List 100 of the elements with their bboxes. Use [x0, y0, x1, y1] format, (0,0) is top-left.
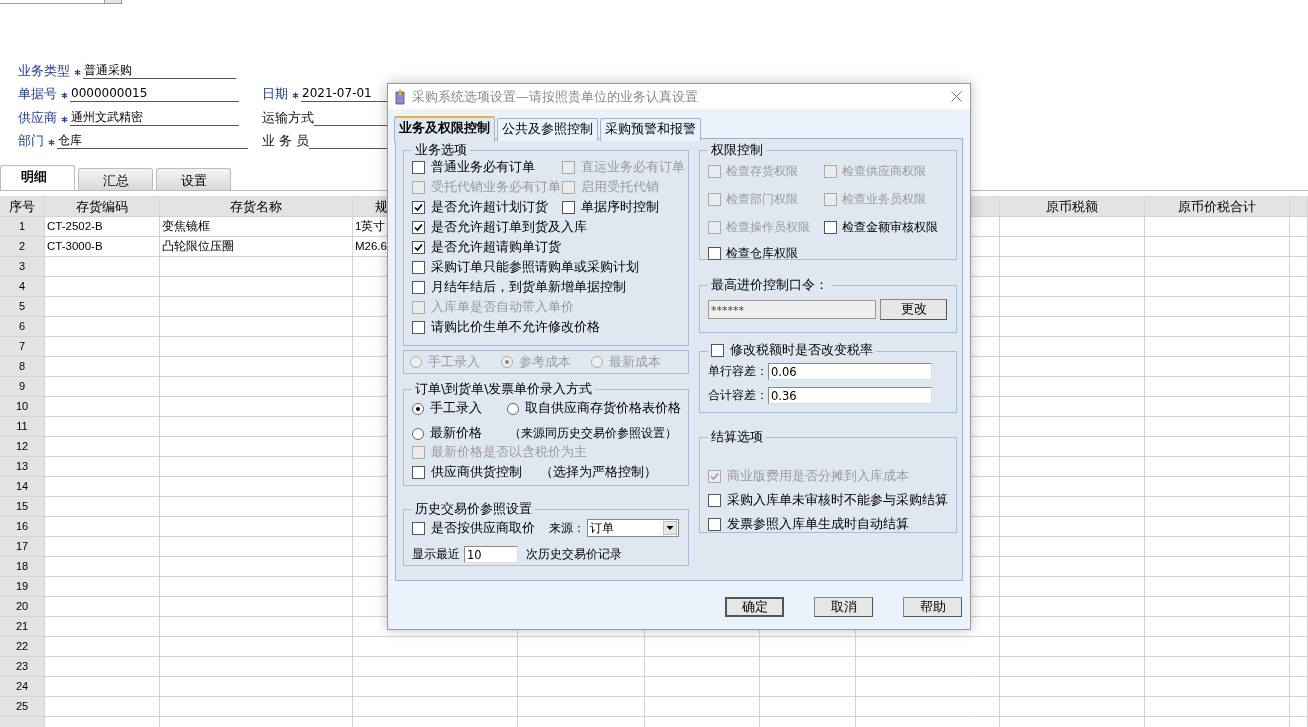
table-cell	[1290, 337, 1308, 357]
tab[interactable]: 设置	[156, 168, 231, 190]
table-cell	[1290, 617, 1308, 637]
checkbox-label: 月结年结后，到货单新增单据控制	[431, 278, 626, 296]
required-icon	[291, 92, 300, 99]
close-icon[interactable]	[951, 91, 962, 102]
column-header: 存货名称	[160, 197, 353, 217]
checkbox[interactable]	[412, 240, 425, 254]
checkbox[interactable]	[412, 260, 425, 274]
input-field[interactable]: 0.06	[768, 363, 932, 380]
input-field[interactable]: 普通采购	[83, 62, 236, 79]
required-icon	[60, 115, 69, 123]
row-number: 24	[0, 677, 45, 697]
checkbox[interactable]	[562, 200, 575, 214]
table-cell	[1290, 277, 1308, 297]
dialog-button[interactable]: 帮助	[903, 597, 962, 617]
change-button[interactable]: 更改	[880, 299, 947, 320]
row-number: 25	[0, 697, 45, 717]
radio-button[interactable]	[412, 427, 424, 440]
table-cell: 凸轮限位压圈	[160, 237, 353, 257]
table-cell	[1290, 597, 1308, 617]
table-cell	[971, 677, 1000, 697]
tab[interactable]: 业务及权限控制	[394, 116, 495, 142]
required-icon	[47, 139, 56, 146]
checkbox-label: 最新价格是否以含税价为主	[431, 443, 587, 461]
row-number: 13	[0, 457, 45, 477]
table-cell: 变焦镜框	[160, 217, 353, 237]
checkbox[interactable]	[412, 521, 425, 535]
checkbox[interactable]	[412, 280, 425, 294]
field-label: 次历史交易价记录	[526, 546, 622, 563]
count-field[interactable]: 10	[464, 546, 518, 563]
source-dropdown[interactable]: 订单	[587, 519, 679, 537]
table-cell	[1290, 357, 1308, 377]
row-number: 20	[0, 597, 45, 617]
table-cell	[1290, 457, 1308, 477]
table-cell	[1290, 257, 1308, 277]
checkbox[interactable]	[711, 343, 724, 357]
checkbox[interactable]	[412, 160, 425, 174]
checkbox[interactable]	[824, 220, 837, 234]
row-number: 2	[0, 237, 45, 257]
input-field[interactable]: 0000000015	[70, 86, 239, 102]
table-cell	[1290, 677, 1308, 697]
row-number: 23	[0, 657, 45, 677]
checkbox[interactable]	[412, 220, 425, 234]
input-field[interactable]: 仓库	[57, 133, 248, 149]
checkbox[interactable]	[708, 517, 721, 531]
tab[interactable]: 汇总	[78, 168, 153, 190]
column-header: 原币价税合计	[1145, 197, 1290, 217]
input-field[interactable]: 通州文武精密	[70, 109, 239, 126]
checkbox-label: 普通业务必有订单	[431, 158, 535, 176]
group-title: 业务选项	[414, 143, 468, 157]
radio-button[interactable]	[507, 402, 519, 415]
radio-label: 手工录入	[430, 400, 482, 417]
field-label: 合计容差：	[708, 387, 768, 404]
table-cell	[971, 657, 1000, 677]
table-cell	[1290, 517, 1308, 537]
row-number: 5	[0, 297, 45, 317]
table-cell	[1290, 217, 1308, 237]
input-field[interactable]: 0.36	[768, 387, 932, 404]
table-cell	[1290, 657, 1308, 677]
dialog-button[interactable]: 确定	[725, 597, 784, 617]
row-number: 1	[0, 217, 45, 237]
dialog-button[interactable]: 取消	[814, 597, 873, 617]
tab[interactable]: 明细	[0, 165, 75, 190]
radio-label: 取自供应商存货价格表价格	[525, 400, 681, 417]
required-icon	[60, 92, 69, 99]
checkbox[interactable]	[412, 465, 425, 479]
table-cell	[1290, 297, 1308, 317]
tab[interactable]: 采购预警和报警	[600, 118, 701, 141]
checkbox-label: 发票参照入库单生成时自动结算	[727, 515, 909, 533]
row-number: 21	[0, 617, 45, 637]
checkbox-label: 修改税额时是否改变税率	[730, 343, 873, 357]
checkbox[interactable]	[708, 246, 721, 260]
radio-label: 最新价格	[430, 425, 482, 442]
table-cell	[1290, 437, 1308, 457]
radio-button[interactable]	[412, 402, 424, 415]
checkbox[interactable]	[412, 320, 425, 334]
row-number: 6	[0, 317, 45, 337]
tab[interactable]: 公共及参照控制	[497, 118, 598, 141]
row-number: 17	[0, 537, 45, 557]
table-cell	[1290, 577, 1308, 597]
column-header: 原币税额	[1000, 197, 1145, 217]
password-field[interactable]: ******	[708, 300, 876, 319]
checkbox-label: 供应商供货控制	[431, 463, 522, 481]
field-label: 运输方式	[262, 109, 314, 126]
row-number: 16	[0, 517, 45, 537]
row-number: 11	[0, 417, 45, 437]
table-cell	[971, 637, 1000, 657]
dropdown-arrow-icon[interactable]	[663, 521, 677, 535]
checkbox-label: 入库单是否自动带入单价	[431, 298, 574, 316]
table-cell	[1290, 637, 1308, 657]
radio-label: 参考成本	[518, 353, 571, 371]
app-icon	[394, 88, 406, 105]
table-cell: CT-2502-B	[45, 217, 160, 237]
checkbox-label: 请购比价生单不允许修改价格	[431, 318, 600, 336]
checkbox-label: 是否按供应商取价	[431, 519, 535, 537]
table-cell	[1290, 537, 1308, 557]
checkbox-label: 采购入库单未审核时不能参与采购结算	[727, 491, 948, 509]
checkbox[interactable]	[708, 493, 721, 507]
checkbox[interactable]	[412, 200, 425, 214]
